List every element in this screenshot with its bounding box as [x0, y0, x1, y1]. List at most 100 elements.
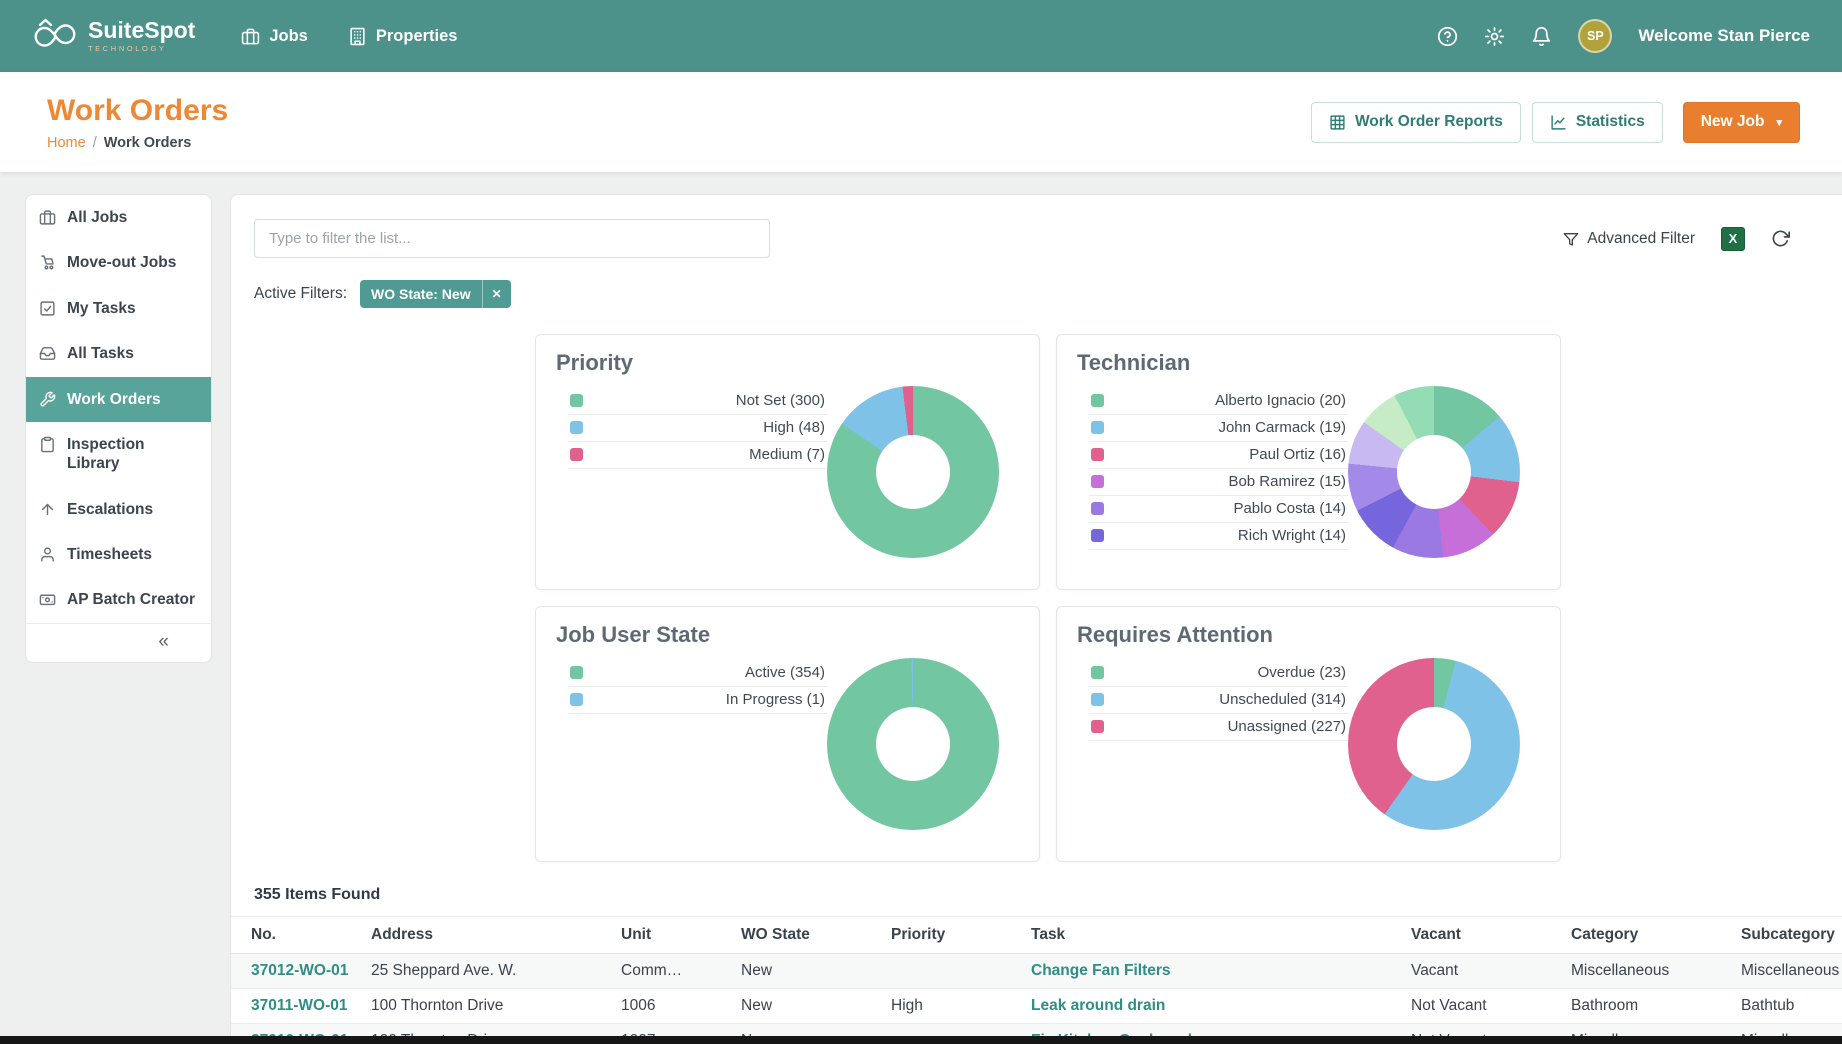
active-filters-label: Active Filters: [254, 285, 347, 303]
cell-category: Bathroom [1561, 989, 1731, 1024]
legend-item[interactable]: Active (354) [568, 660, 827, 687]
top-navbar: SuiteSpot TECHNOLOGY Jobs Properties [0, 0, 1842, 72]
column-header-vacant[interactable]: Vacant [1401, 917, 1561, 954]
column-header-task[interactable]: Task [1021, 917, 1401, 954]
nav-properties[interactable]: Properties [348, 27, 458, 46]
page-header: Work Orders Home/Work Orders Work Order … [0, 72, 1842, 172]
welcome-text: Welcome Stan Pierce [1638, 26, 1810, 46]
wo-number-link[interactable]: 37011-WO-01 [251, 997, 348, 1014]
technician-donut-chart[interactable] [1348, 386, 1520, 558]
cell-wo-state: New [731, 954, 881, 989]
window-bottom-edge [0, 1036, 1842, 1044]
legend-item[interactable]: Alberto Ignacio (20) [1089, 388, 1348, 415]
funnel-icon [1563, 231, 1579, 247]
dolly-icon [39, 254, 56, 271]
legend-item[interactable]: Unassigned (227) [1089, 714, 1348, 741]
work-order-reports-button[interactable]: Work Order Reports [1311, 102, 1521, 143]
legend-label: In Progress (1) [726, 691, 825, 708]
brand-subtitle: TECHNOLOGY [88, 45, 195, 53]
suitespot-logo[interactable]: SuiteSpot TECHNOLOGY [32, 17, 195, 55]
work-orders-panel: Advanced Filter X Active Filters: WO Sta… [230, 194, 1842, 1044]
sidebar-item-label: Work Orders [67, 390, 161, 409]
legend-item[interactable]: Paul Ortiz (16) [1089, 442, 1348, 469]
sidebar-item-inspection-library[interactable]: Inspection Library [26, 422, 211, 487]
inbox-icon [39, 345, 56, 362]
arrow-up-icon [39, 501, 56, 518]
advanced-filter-button[interactable]: Advanced Filter [1563, 230, 1695, 248]
caret-down-icon: ▾ [1776, 116, 1782, 129]
column-header-category[interactable]: Category [1561, 917, 1731, 954]
column-header-no[interactable]: No. [231, 917, 361, 954]
legend-item[interactable]: In Progress (1) [568, 687, 827, 714]
requires-attention-donut-chart[interactable] [1348, 658, 1520, 830]
bell-icon[interactable] [1531, 26, 1552, 47]
column-header-wo-state[interactable]: WO State [731, 917, 881, 954]
priority-donut-chart[interactable] [827, 386, 999, 558]
breadcrumb-home-link[interactable]: Home [47, 135, 86, 151]
task-link[interactable]: Change Fan Filters [1031, 962, 1171, 979]
statistics-button[interactable]: Statistics [1532, 102, 1663, 143]
cell-task: Leak around drain [1021, 989, 1401, 1024]
table-row[interactable]: 37011-WO-01100 Thornton Drive1006NewHigh… [231, 989, 1842, 1024]
cell-wo-state: New [731, 989, 881, 1024]
card-job-user-state: Job User State Active (354)In Progress (… [535, 606, 1040, 862]
help-icon[interactable] [1437, 26, 1458, 47]
new-job-button[interactable]: New Job ▾ [1683, 102, 1800, 143]
legend-swatch [1091, 394, 1104, 407]
sidebar-collapse-button[interactable]: « [26, 623, 211, 662]
sidebar-item-all-tasks[interactable]: All Tasks [26, 331, 211, 376]
check-square-icon [39, 300, 56, 317]
filter-input[interactable] [254, 219, 770, 258]
legend-item[interactable]: Pablo Costa (14) [1089, 496, 1348, 523]
gear-icon[interactable] [1484, 26, 1505, 47]
legend-item[interactable]: Bob Ramirez (15) [1089, 469, 1348, 496]
sidebar-item-label: AP Batch Creator [67, 590, 195, 609]
cell-task: Change Fan Filters [1021, 954, 1401, 989]
avatar[interactable]: SP [1578, 19, 1612, 53]
briefcase-icon [39, 209, 56, 226]
cell-no: 37011-WO-01 [231, 989, 361, 1024]
sidebar-item-ap-batch-creator[interactable]: AP Batch Creator [26, 577, 211, 622]
refresh-icon[interactable] [1771, 229, 1790, 248]
legend-item[interactable]: Medium (7) [568, 442, 827, 469]
sidebar-item-label: All Tasks [67, 344, 134, 363]
user-icon [39, 546, 56, 563]
cell-priority [881, 954, 1021, 989]
sidebar-item-work-orders[interactable]: Work Orders [26, 377, 211, 422]
table-row[interactable]: 37012-WO-0125 Sheppard Ave. W.Comm…NewCh… [231, 954, 1842, 989]
legend-item[interactable]: Not Set (300) [568, 388, 827, 415]
legend-item[interactable]: John Carmack (19) [1089, 415, 1348, 442]
legend-item[interactable]: Rich Wright (14) [1089, 523, 1348, 550]
sidebar-item-all-jobs[interactable]: All Jobs [26, 195, 211, 240]
column-header-subcategory[interactable]: Subcategory [1731, 917, 1842, 954]
legend-item[interactable]: Overdue (23) [1089, 660, 1348, 687]
nav-jobs-label: Jobs [269, 27, 308, 46]
sidebar-item-move-out-jobs[interactable]: Move-out Jobs [26, 240, 211, 285]
nav-properties-label: Properties [376, 27, 458, 46]
legend-label: Not Set (300) [736, 392, 825, 409]
column-header-unit[interactable]: Unit [611, 917, 731, 954]
column-header-priority[interactable]: Priority [881, 917, 1021, 954]
legend-swatch [570, 693, 583, 706]
legend-label: Medium (7) [749, 446, 825, 463]
legend-label: Unassigned (227) [1228, 718, 1346, 735]
page-title: Work Orders [47, 94, 228, 128]
collapse-chevrons-icon: « [158, 631, 169, 652]
sidebar-item-label: Escalations [67, 500, 153, 519]
sidebar-item-label: Timesheets [67, 545, 152, 564]
task-link[interactable]: Leak around drain [1031, 997, 1165, 1014]
wo-number-link[interactable]: 37012-WO-01 [251, 962, 348, 979]
legend-label: John Carmack (19) [1218, 419, 1346, 436]
close-icon[interactable]: ✕ [482, 280, 511, 308]
nav-jobs[interactable]: Jobs [241, 27, 308, 46]
job-user-state-donut-chart[interactable] [827, 658, 999, 830]
sidebar-item-escalations[interactable]: Escalations [26, 487, 211, 532]
legend-item[interactable]: Unscheduled (314) [1089, 687, 1348, 714]
legend-item[interactable]: High (48) [568, 415, 827, 442]
clipboard-icon [39, 436, 56, 453]
sidebar-item-timesheets[interactable]: Timesheets [26, 532, 211, 577]
column-header-address[interactable]: Address [361, 917, 611, 954]
excel-export-icon[interactable]: X [1721, 227, 1745, 251]
legend-label: Rich Wright (14) [1238, 527, 1346, 544]
sidebar-item-my-tasks[interactable]: My Tasks [26, 286, 211, 331]
